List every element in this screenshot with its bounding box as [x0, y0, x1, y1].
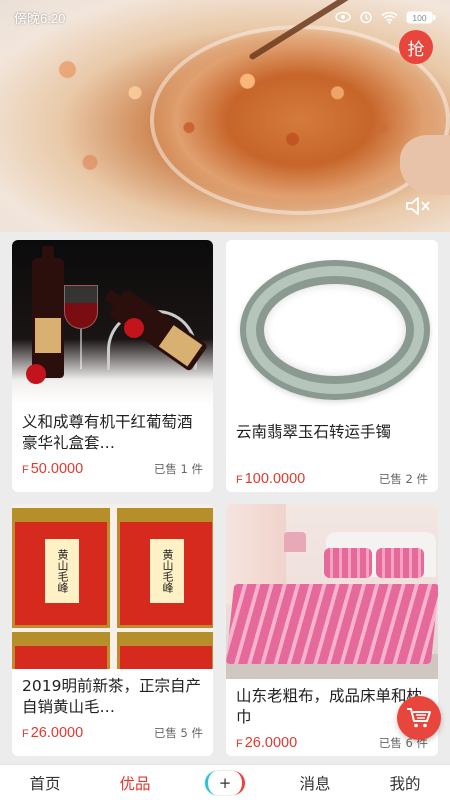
- product-grid: 义和成尊有机干红葡萄酒豪华礼盒套… F 50.0000 已售 1 件 云南翡翠玉石…: [0, 232, 450, 764]
- tab-messages[interactable]: 消息: [270, 772, 360, 794]
- product-title: 2019明前新茶，正宗自产自销黄山毛…: [22, 677, 201, 716]
- product-price: F 26.0000: [236, 735, 298, 751]
- tea-box-label: 黄山毛峰: [150, 539, 184, 603]
- tab-featured[interactable]: 优品: [90, 772, 180, 794]
- alarm-icon: [360, 11, 372, 24]
- status-time: 傍晚6:20: [14, 10, 66, 26]
- mute-icon[interactable]: [404, 194, 432, 218]
- video-banner[interactable]: [0, 0, 450, 232]
- cart-icon: [407, 708, 431, 728]
- banner-image-food: [0, 0, 450, 232]
- wifi-icon: [381, 11, 398, 24]
- tea-box-label: 黄山毛峰: [45, 539, 79, 603]
- tab-add[interactable]: +: [180, 770, 270, 795]
- product-title: 云南翡翠玉石转运手镯: [236, 423, 392, 441]
- product-image-wine: [12, 240, 213, 405]
- product-image-tea: 黄山毛峰 黄山毛峰: [12, 504, 213, 669]
- product-price: F 26.0000: [22, 725, 84, 741]
- product-sold-count: 已售 2 件: [378, 472, 428, 486]
- product-image-bangle: [226, 240, 438, 415]
- product-title: 义和成尊有机干红葡萄酒豪华礼盒套…: [22, 413, 193, 452]
- grab-deal-button[interactable]: 抢: [399, 30, 433, 64]
- grab-deal-label: 抢: [407, 39, 425, 60]
- product-sold-count: 已售 5 件: [153, 726, 203, 740]
- product-image-bedding: [226, 504, 438, 679]
- status-bar: 傍晚6:20 100: [0, 0, 450, 34]
- product-price: F 50.0000: [22, 461, 84, 477]
- tab-mine[interactable]: 我的: [360, 772, 450, 794]
- add-button[interactable]: +: [205, 770, 245, 795]
- product-card[interactable]: 黄山毛峰 黄山毛峰 2019明前新茶，正宗自产自销黄山毛… F 26.0000 已…: [12, 504, 213, 756]
- tab-home[interactable]: 首页: [0, 772, 90, 794]
- product-sold-count: 已售 1 件: [153, 462, 203, 476]
- battery-level: 100: [412, 13, 426, 23]
- product-price: F 100.0000: [236, 471, 306, 487]
- product-card[interactable]: 义和成尊有机干红葡萄酒豪华礼盒套… F 50.0000 已售 1 件: [12, 240, 213, 492]
- status-icons: 100: [335, 10, 436, 24]
- cart-button[interactable]: [397, 696, 441, 740]
- product-card[interactable]: 云南翡翠玉石转运手镯 F 100.0000 已售 2 件: [226, 240, 438, 492]
- bottom-tab-bar: 首页 优品 + 消息 我的: [0, 764, 450, 800]
- eye-icon: [335, 11, 351, 23]
- battery-icon: 100: [406, 11, 436, 23]
